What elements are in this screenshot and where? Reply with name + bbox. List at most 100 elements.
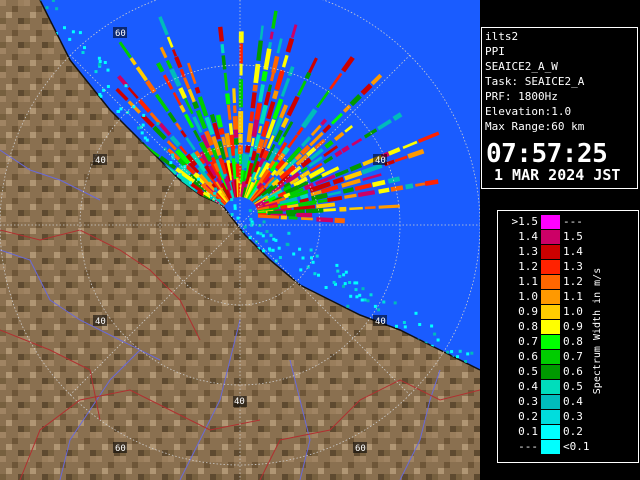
legend-color-swatch [541,365,560,379]
echo-ray-segment [261,70,268,82]
echo-speckle [271,248,275,252]
echo-speckle [214,187,218,191]
echo-ray-segment [220,44,225,54]
echo-ray-segment [357,190,376,198]
echo-speckle [45,6,49,10]
echo-speckle [332,280,336,284]
echo-ray-segment [304,71,312,80]
echo-speckle [102,88,106,92]
echo-ray-segment [209,113,217,123]
elevation-value: Elevation:1.0 [485,105,572,118]
echo-speckle [377,308,381,312]
echo-ray-segment [232,88,237,104]
legend-high-value: 1.3 [563,260,583,273]
echo-speckle [292,252,296,256]
legend-low-value: 0.5 [518,365,538,378]
legend-high-value: 0.5 [563,380,583,393]
echo-speckle [140,131,144,135]
echo-speckle [403,325,407,329]
echo-ray-segment [272,90,279,100]
legend-high-value: 0.8 [563,335,583,348]
echo-speckle [81,51,85,54]
legend-high-value: 1.4 [563,245,583,258]
echo-ray-segment [288,216,298,220]
echo-speckle [233,206,237,210]
legend-color-swatch [541,380,560,394]
legend-color-swatch [541,230,560,244]
echo-ray-segment [287,203,299,209]
echo-speckle [343,282,347,286]
echo-speckle [124,84,128,88]
legend-high-value: 0.2 [563,425,583,438]
echo-speckle [230,198,234,202]
echo-speckle [197,177,200,181]
echo-ray-segment [267,84,273,92]
task-name: Task: SEAICE2_A [485,75,585,88]
legend-low-value: 0.7 [518,335,538,348]
echo-ray-segment [317,198,328,204]
echo-ray-segment [194,86,201,94]
echo-speckle [233,204,237,208]
range-label: 40 [95,156,106,166]
echo-speckle [361,287,365,291]
echo-ray-segment [267,210,283,216]
echo-speckle [355,281,359,285]
echo-speckle [301,256,305,260]
echo-speckle [310,256,313,260]
legend-high-value: 0.3 [563,410,583,423]
echo-speckle [248,209,252,213]
echo-ray-segment [332,176,345,185]
legend-high-value: 0.6 [563,365,583,378]
echo-speckle [450,350,454,354]
echo-ray-segment [248,147,254,158]
echo-speckle [71,30,75,34]
legend-high-value: 0.9 [563,320,583,333]
echo-speckle [430,324,434,328]
color-legend: >1.5 --- 1.4 1.5 1.3 1.4 1.2 1.3 1.1 1.2 1.0 1.1 0.9… [497,210,639,463]
echo-speckle [256,231,260,235]
legend-high-value: --- [563,215,583,228]
echo-ray-segment [280,204,288,211]
echo-ray-segment [250,92,257,109]
legend-low-value: 1.4 [518,230,538,243]
echo-speckle [369,293,373,297]
echo-speckle [94,70,98,74]
echo-speckle [324,286,328,289]
echo-ray-segment [267,41,273,49]
echo-speckle [402,321,406,324]
legend-low-value: 0.2 [518,410,538,423]
scan-name: SEAICE2_A_W [485,60,558,73]
echo-speckle [217,198,221,202]
legend-color-swatch [541,320,560,334]
scan-date: 1 MAR 2024 JST [494,166,621,184]
echo-speckle [249,217,253,221]
echo-speckle [355,295,359,299]
legend-low-value: >1.5 [511,215,539,228]
echo-ray-segment [405,183,414,190]
echo-speckle [277,246,281,250]
echo-speckle [78,31,82,35]
echo-speckle [354,288,358,292]
echo-ray-segment [218,26,224,42]
echo-speckle [363,298,367,302]
echo-ray-segment [299,197,309,203]
echo-speckle [243,225,247,229]
echo-speckle [309,248,313,252]
echo-speckle [143,136,147,140]
echo-speckle [446,350,450,354]
prf-value: PRF: 1800Hz [485,90,558,103]
echo-speckle [342,284,345,288]
legend-row: 0.1 0.2 [498,424,608,439]
echo-ray-segment [225,93,231,105]
radar-ppi-map[interactable]: 60 40 40 40 40 60 60 40 [0,0,480,480]
echo-ray-segment [251,119,260,138]
echo-ray-segment [250,137,255,147]
echo-speckle [230,213,234,216]
legend-high-value: 1.0 [563,305,583,318]
echo-speckle [456,355,459,359]
echo-speckle [265,230,269,233]
echo-ray-segment [221,136,227,146]
echo-speckle [258,224,262,227]
echo-ray-segment [390,185,404,192]
legend-row: >1.5 --- [498,214,608,229]
